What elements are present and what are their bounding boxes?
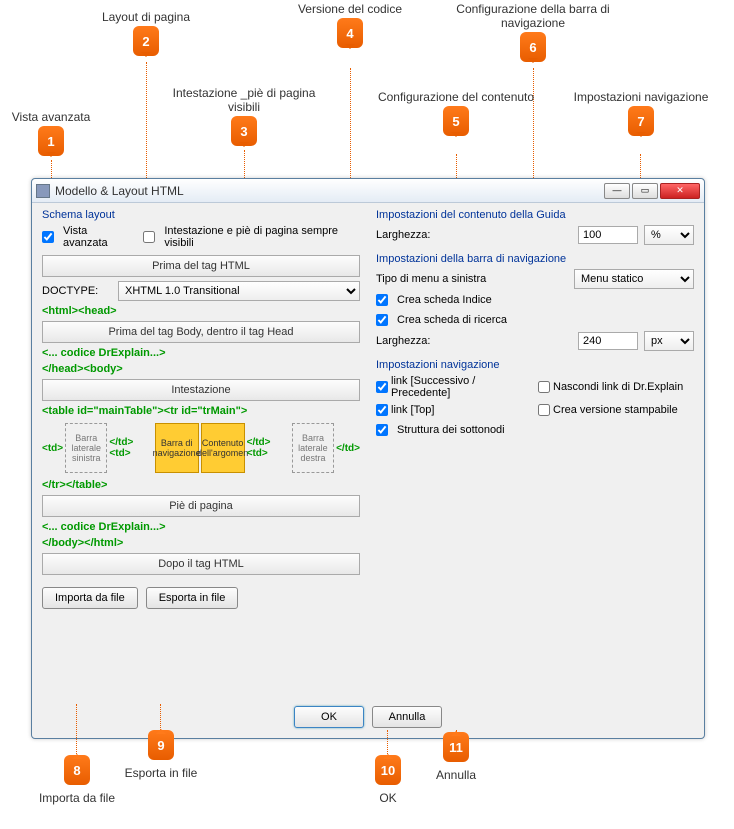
callout-label: OK [366, 791, 410, 805]
callout-balloon-5: 5 [443, 106, 469, 136]
nav-settings-heading: Impostazioni navigazione [376, 359, 694, 371]
code-text: </head><body> [42, 363, 360, 375]
callout-label: Intestazione _piè di pagina visibili [164, 86, 324, 114]
callout-balloon-11: 11 [443, 732, 469, 762]
code-text: <table id="mainTable"><tr id="trMain"> [42, 405, 360, 417]
viz-tag: </td><td> [247, 437, 290, 459]
callout-label: Esporta in file [116, 766, 206, 780]
importa-da-file-button[interactable]: Importa da file [42, 587, 138, 609]
dialog-window: Modello & Layout HTML — ▭ ✕ Schema layou… [31, 178, 705, 739]
struttura-sottonodi-checkbox[interactable] [376, 424, 388, 436]
viz-tag: <td> [42, 443, 63, 454]
nascondi-drexplain-checkbox[interactable] [538, 381, 550, 393]
callout-balloon-10: 10 [375, 755, 401, 785]
prima-tag-html-button[interactable]: Prima del tag HTML [42, 255, 360, 277]
callout-label: Configurazione del contenuto [376, 90, 536, 104]
intestazione-button[interactable]: Intestazione [42, 379, 360, 401]
crea-ricerca-checkbox[interactable] [376, 314, 388, 326]
nascondi-drexplain-label: Nascondi link di Dr.Explain [553, 381, 683, 393]
doctype-select[interactable]: XHTML 1.0 Transitional [118, 281, 360, 301]
close-button[interactable]: ✕ [660, 183, 700, 199]
doctype-label: DOCTYPE: [42, 285, 112, 297]
callout-balloon-6: 6 [520, 32, 546, 62]
viz-content[interactable]: Contenuto dell'argomen [201, 423, 245, 473]
viz-right-sidebar[interactable]: Barra laterale destra [292, 423, 334, 473]
menu-type-select[interactable]: Menu statico [574, 269, 694, 289]
code-text: </body></html> [42, 537, 360, 549]
intestazione-visibile-checkbox[interactable] [143, 231, 155, 243]
callout-balloon-4: 4 [337, 18, 363, 48]
larghezza-nav-unit[interactable]: px [644, 331, 694, 351]
layout-schema-panel: Schema layout Vista avanzata Intestazion… [42, 209, 360, 696]
versione-stampabile-label: Crea versione stampabile [553, 404, 678, 416]
crea-indice-checkbox[interactable] [376, 294, 388, 306]
crea-ricerca-label: Crea scheda di ricerca [397, 314, 507, 326]
link-prev-next-checkbox[interactable] [376, 381, 388, 393]
callout-balloon-9: 9 [148, 730, 174, 760]
code-text: </tr></table> [42, 479, 360, 491]
window-title: Modello & Layout HTML [55, 184, 604, 198]
window-icon [36, 184, 50, 198]
callout-label: Annulla [426, 768, 486, 782]
ok-button[interactable]: OK [294, 706, 364, 728]
vista-avanzata-label: Vista avanzata [63, 225, 131, 249]
callout-label: Configurazione della barra di navigazion… [443, 2, 623, 30]
schema-layout-heading: Schema layout [42, 209, 360, 221]
callout-label: Vista avanzata [6, 110, 96, 124]
larghezza-nav-input[interactable] [578, 332, 638, 350]
titlebar[interactable]: Modello & Layout HTML — ▭ ✕ [32, 179, 704, 203]
crea-indice-label: Crea scheda Indice [397, 294, 492, 306]
content-settings-heading: Impostazioni del contenuto della Guida [376, 209, 694, 221]
code-text: <... codice DrExplain...> [42, 347, 360, 359]
callout-balloon-2: 2 [133, 26, 159, 56]
layout-visualization: <td> Barra laterale sinistra </td><td> B… [42, 423, 360, 473]
callout-balloon-1: 1 [38, 126, 64, 156]
viz-left-sidebar[interactable]: Barra laterale sinistra [65, 423, 107, 473]
larghezza-nav-label: Larghezza: [376, 335, 572, 347]
menu-type-label: Tipo di menu a sinistra [376, 273, 568, 285]
larghezza-content-unit[interactable]: % [644, 225, 694, 245]
esporta-in-file-button[interactable]: Esporta in file [146, 587, 239, 609]
pie-pagina-button[interactable]: Piè di pagina [42, 495, 360, 517]
callout-balloon-3: 3 [231, 116, 257, 146]
viz-tag: </td> [336, 443, 360, 454]
intestazione-visibile-label: Intestazione e piè di pagina sempre visi… [164, 225, 360, 249]
settings-panel: Impostazioni del contenuto della Guida L… [376, 209, 694, 696]
dopo-tag-html-button[interactable]: Dopo il tag HTML [42, 553, 360, 575]
annulla-button[interactable]: Annulla [372, 706, 442, 728]
viz-tag: </td><td> [109, 437, 152, 459]
navbar-settings-heading: Impostazioni della barra di navigazione [376, 253, 694, 265]
link-top-checkbox[interactable] [376, 404, 388, 416]
code-text: <... codice DrExplain...> [42, 521, 360, 533]
prima-body-button[interactable]: Prima del tag Body, dentro il tag Head [42, 321, 360, 343]
callout-label: Layout di pagina [86, 10, 206, 24]
link-prev-next-label: link [Successivo / Precedente] [391, 375, 532, 399]
callout-label: Impostazioni navigazione [566, 90, 716, 104]
struttura-sottonodi-label: Struttura dei sottonodi [397, 424, 505, 436]
minimize-button[interactable]: — [604, 183, 630, 199]
viz-nav-bar[interactable]: Barra di navigazione [155, 423, 199, 473]
callout-balloon-7: 7 [628, 106, 654, 136]
vista-avanzata-checkbox[interactable] [42, 231, 54, 243]
code-text: <html><head> [42, 305, 360, 317]
callout-label: Versione del codice [280, 2, 420, 16]
link-top-label: link [Top] [391, 404, 434, 416]
larghezza-label: Larghezza: [376, 229, 572, 241]
callout-label: Importa da file [32, 791, 122, 805]
maximize-button[interactable]: ▭ [632, 183, 658, 199]
callout-balloon-8: 8 [64, 755, 90, 785]
larghezza-content-input[interactable] [578, 226, 638, 244]
versione-stampabile-checkbox[interactable] [538, 404, 550, 416]
